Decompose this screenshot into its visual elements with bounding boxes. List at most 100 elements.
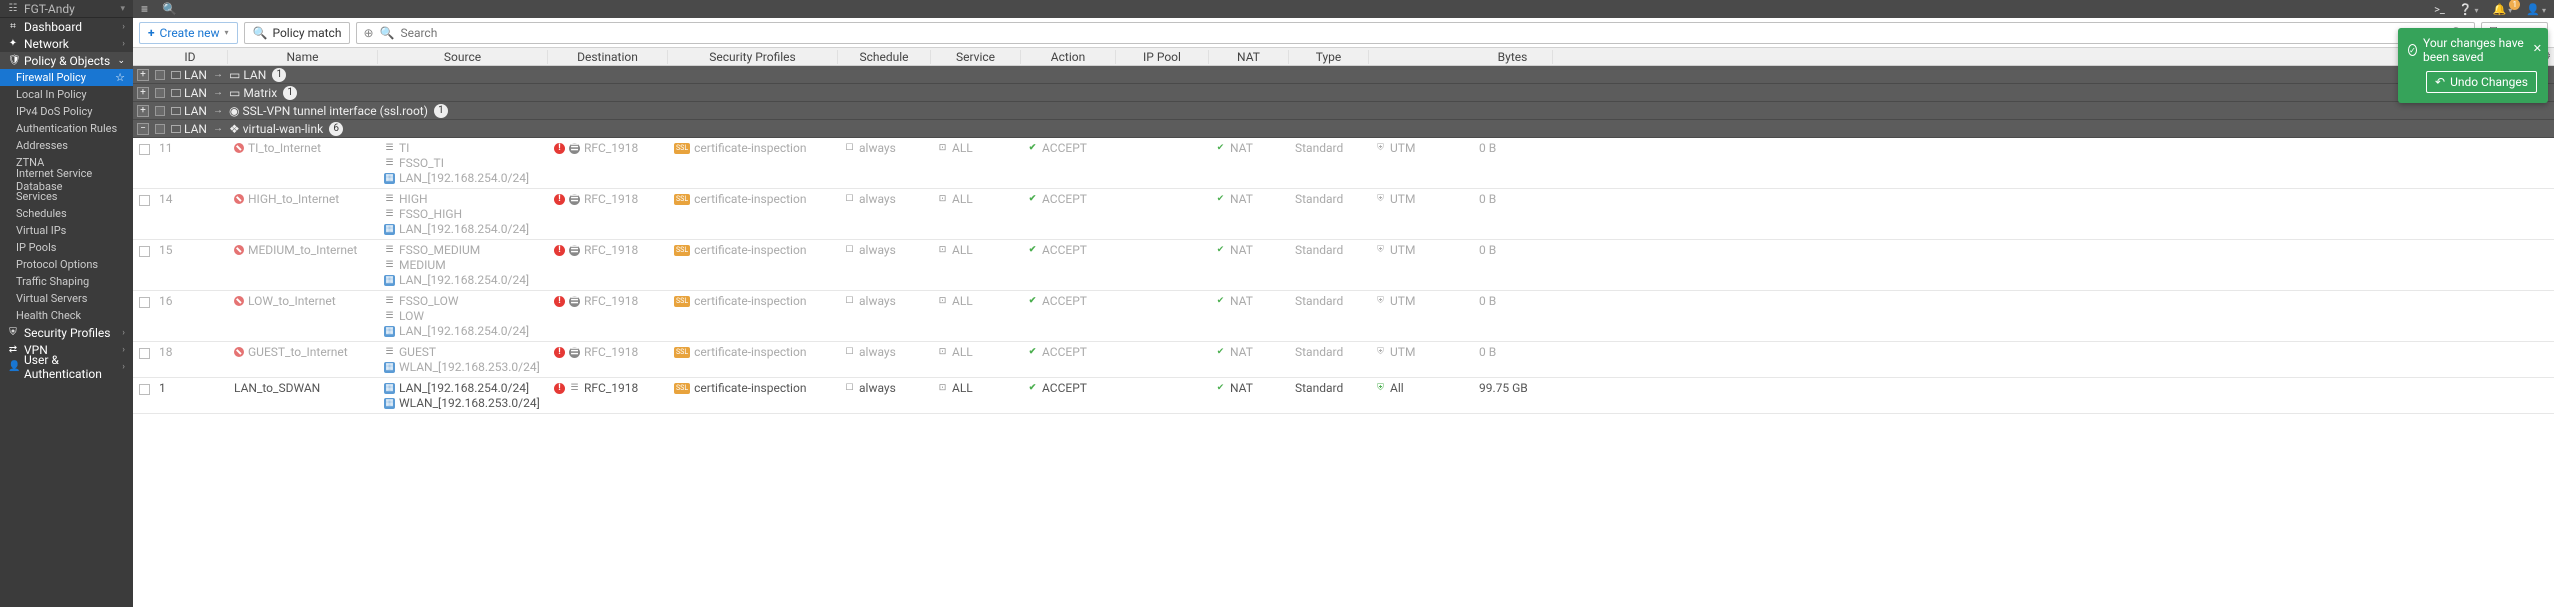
toast-close-icon[interactable]: ✕ — [2533, 42, 2542, 55]
policy-match-button[interactable]: 🔍 Policy match — [244, 22, 351, 44]
object-chip[interactable]: ☐always — [844, 345, 925, 359]
object-chip[interactable]: !☰RFC_1918 — [554, 141, 662, 155]
plus-icon[interactable]: ⊕ — [363, 26, 373, 40]
policy-group[interactable]: + LAN → ◉ SSL-VPN tunnel interface (ssl.… — [133, 102, 2554, 120]
object-chip[interactable]: ☰FSSO_TI — [384, 156, 542, 170]
expand-icon[interactable]: + — [137, 69, 149, 81]
sidebar-item-dashboard[interactable]: ⌗Dashboard› — [0, 18, 133, 35]
object-chip[interactable]: SSLcertificate-inspection — [674, 345, 832, 359]
object-chip[interactable]: ⛨UTM — [1375, 345, 1467, 359]
object-chip[interactable]: ▦LAN_[192.168.254.0/24] — [384, 222, 542, 236]
sidebar-sub-ipv-dos-policy[interactable]: IPv4 DoS Policy — [0, 103, 133, 120]
sidebar-sub-virtual-ips[interactable]: Virtual IPs — [0, 222, 133, 239]
sidebar-sub-local-in-policy[interactable]: Local In Policy — [0, 86, 133, 103]
object-chip[interactable]: ✔NAT — [1215, 192, 1283, 206]
search-input[interactable] — [400, 26, 2446, 40]
object-chip[interactable]: ☰HIGH — [384, 192, 542, 206]
collapse-icon[interactable]: − — [137, 123, 149, 135]
search-box[interactable]: ⊕ 🔍 🔍▾ — [356, 22, 2474, 44]
object-chip[interactable]: ☰FSSO_HIGH — [384, 207, 542, 221]
policy-row[interactable]: 18 GUEST_to_Internet ☰GUEST▦WLAN_[192.16… — [133, 342, 2554, 378]
policy-row[interactable]: 11 TI_to_Internet ☰TI☰FSSO_TI▦LAN_[192.1… — [133, 138, 2554, 189]
object-chip[interactable]: ✔ACCEPT — [1027, 243, 1110, 257]
col-name[interactable]: Name — [228, 50, 378, 64]
help-icon[interactable]: ❔▾ — [2459, 3, 2479, 16]
expand-icon[interactable]: + — [137, 105, 149, 117]
object-chip[interactable]: ⊡ALL — [937, 345, 1015, 359]
group-checkbox[interactable] — [155, 124, 165, 134]
object-chip[interactable]: ✔NAT — [1215, 381, 1283, 395]
object-chip[interactable]: ☰FSSO_MEDIUM — [384, 243, 542, 257]
sidebar-item-security-profiles[interactable]: ⛨Security Profiles› — [0, 324, 133, 341]
object-chip[interactable]: SSLcertificate-inspection — [674, 381, 832, 395]
sidebar-sub-firewall-policy[interactable]: Firewall Policy — [0, 69, 133, 86]
object-chip[interactable]: ▦LAN_[192.168.254.0/24] — [384, 273, 542, 287]
object-chip[interactable]: SSLcertificate-inspection — [674, 141, 832, 155]
notifications-icon[interactable]: 🔔1▾ — [2493, 3, 2513, 16]
user-menu-icon[interactable]: 👤▾ — [2526, 3, 2546, 16]
col-action[interactable]: Action — [1021, 50, 1116, 64]
col-ippool[interactable]: IP Pool — [1116, 50, 1209, 64]
object-chip[interactable]: ☰FSSO_LOW — [384, 294, 542, 308]
sidebar-sub-schedules[interactable]: Schedules — [0, 205, 133, 222]
group-checkbox[interactable] — [155, 70, 165, 80]
group-checkbox[interactable] — [155, 106, 165, 116]
row-checkbox[interactable] — [139, 195, 150, 206]
policy-row[interactable]: 1 LAN_to_SDWAN ▦LAN_[192.168.254.0/24]▦W… — [133, 378, 2554, 414]
sidebar-sub-virtual-servers[interactable]: Virtual Servers — [0, 290, 133, 307]
expand-icon[interactable]: + — [137, 87, 149, 99]
object-chip[interactable]: ✔ACCEPT — [1027, 345, 1110, 359]
object-chip[interactable]: ⛨UTM — [1375, 192, 1467, 206]
object-chip[interactable]: SSLcertificate-inspection — [674, 243, 832, 257]
object-chip[interactable]: ☐always — [844, 294, 925, 308]
cli-console-icon[interactable]: >_ — [2434, 3, 2445, 16]
col-destination[interactable]: Destination — [548, 50, 668, 64]
col-source[interactable]: Source — [378, 50, 548, 64]
chevron-down-icon[interactable]: ▾ — [120, 4, 125, 14]
sidebar-sub-internet-service-database[interactable]: Internet Service Database — [0, 171, 133, 188]
row-checkbox[interactable] — [139, 297, 150, 308]
undo-button[interactable]: ↶ Undo Changes — [2426, 71, 2537, 93]
object-chip[interactable]: ⊡ALL — [937, 243, 1015, 257]
object-chip[interactable]: ☰TI — [384, 141, 542, 155]
menu-toggle-icon[interactable]: ≡ — [141, 2, 148, 16]
create-new-button[interactable]: + Create new ▾ — [139, 22, 238, 44]
policy-group[interactable]: − LAN → ❖ virtual-wan-link 6 — [133, 120, 2554, 138]
object-chip[interactable]: ▦LAN_[192.168.254.0/24] — [384, 381, 542, 395]
col-schedule[interactable]: Schedule — [838, 50, 931, 64]
object-chip[interactable]: ⛨UTM — [1375, 141, 1467, 155]
object-chip[interactable]: ⛨All — [1375, 381, 1467, 395]
col-nat[interactable]: NAT — [1209, 50, 1289, 64]
sidebar-item-network[interactable]: ✦Network› — [0, 35, 133, 52]
row-checkbox[interactable] — [139, 144, 150, 155]
object-chip[interactable]: ⊡ALL — [937, 141, 1015, 155]
global-search-icon[interactable]: 🔍 — [162, 2, 177, 16]
object-chip[interactable]: SSLcertificate-inspection — [674, 192, 832, 206]
group-checkbox[interactable] — [155, 88, 165, 98]
row-checkbox[interactable] — [139, 384, 150, 395]
sidebar-sub-health-check[interactable]: Health Check — [0, 307, 133, 324]
object-chip[interactable]: ☰LOW — [384, 309, 542, 323]
col-security[interactable]: Security Profiles — [668, 50, 838, 64]
policy-group[interactable]: + LAN → ▭ LAN 1 — [133, 66, 2554, 84]
object-chip[interactable]: ▦WLAN_[192.168.253.0/24] — [384, 396, 542, 410]
object-chip[interactable]: ⊡ALL — [937, 294, 1015, 308]
object-chip[interactable]: ✔NAT — [1215, 141, 1283, 155]
sidebar-item-user-authentication[interactable]: 👤User & Authentication› — [0, 358, 133, 375]
sidebar-sub-addresses[interactable]: Addresses — [0, 137, 133, 154]
object-chip[interactable]: ☐always — [844, 243, 925, 257]
object-chip[interactable]: ☐always — [844, 192, 925, 206]
sidebar-sub-authentication-rules[interactable]: Authentication Rules — [0, 120, 133, 137]
object-chip[interactable]: ☰GUEST — [384, 345, 542, 359]
object-chip[interactable]: ▦LAN_[192.168.254.0/24] — [384, 171, 542, 185]
policy-group[interactable]: + LAN → ▭ Matrix 1 — [133, 84, 2554, 102]
col-id[interactable]: ID — [153, 50, 228, 64]
object-chip[interactable]: SSLcertificate-inspection — [674, 294, 832, 308]
col-service[interactable]: Service — [931, 50, 1021, 64]
policy-row[interactable]: 14 HIGH_to_Internet ☰HIGH☰FSSO_HIGH▦LAN_… — [133, 189, 2554, 240]
sidebar-sub-protocol-options[interactable]: Protocol Options — [0, 256, 133, 273]
object-chip[interactable]: ⛨UTM — [1375, 243, 1467, 257]
object-chip[interactable]: ✔ACCEPT — [1027, 141, 1110, 155]
sidebar-sub-traffic-shaping[interactable]: Traffic Shaping — [0, 273, 133, 290]
object-chip[interactable]: ✔ACCEPT — [1027, 192, 1110, 206]
